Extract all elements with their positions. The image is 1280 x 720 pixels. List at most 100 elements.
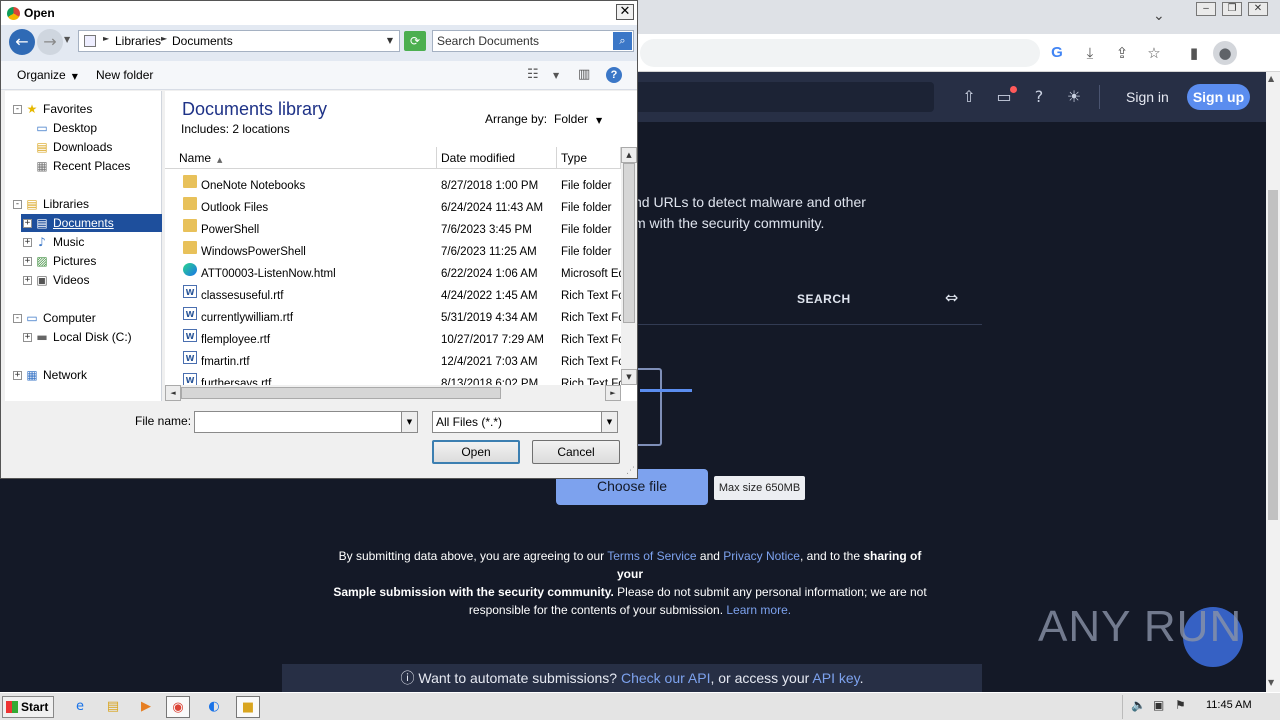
tree-favorites[interactable]: ★ Favorites <box>25 100 93 118</box>
outlook-taskbar-icon[interactable]: ■ <box>236 696 260 718</box>
minimize-button[interactable]: – <box>1196 2 1216 16</box>
profile-icon[interactable]: ● <box>1213 41 1237 65</box>
scroll-right-icon[interactable]: ► <box>605 385 621 401</box>
open-button[interactable]: Open <box>432 440 520 464</box>
dialog-address-bar[interactable]: ► Libraries ► Documents ▼ <box>78 30 400 52</box>
expand-pictures-icon[interactable]: + <box>23 257 32 266</box>
close-window-button[interactable]: ✕ <box>1248 2 1268 16</box>
scroll-down-arrow-icon[interactable]: ▼ <box>1268 678 1274 687</box>
change-view-icon[interactable]: ☷ <box>527 67 539 82</box>
expand-local-disk-icon[interactable]: + <box>23 333 32 342</box>
file-row[interactable]: Wfmartin.rtf 12/4/2021 7:03 AM Rich Text F… <box>165 351 621 373</box>
file-row[interactable]: ATT00003-ListenNow.html 6/22/2024 1:06 AM… <box>165 263 621 285</box>
google-g-icon[interactable]: G <box>1047 43 1067 63</box>
expand-music-icon[interactable]: + <box>23 238 32 247</box>
address-dropdown-icon[interactable]: ▼ <box>387 36 393 45</box>
new-folder-button[interactable]: New folder <box>96 68 153 82</box>
restore-button[interactable]: ❐ <box>1222 2 1242 16</box>
tree-libraries[interactable]: ▤ Libraries <box>25 195 89 213</box>
theme-sun-icon[interactable]: ☀ <box>1064 87 1084 107</box>
expand-network-icon[interactable]: + <box>13 371 22 380</box>
dialog-titlebar[interactable]: Open ✕ <box>1 1 637 25</box>
internet-explorer-icon[interactable]: e <box>68 696 92 718</box>
preview-pane-icon[interactable]: ▥ <box>578 67 590 82</box>
breadcrumb-documents[interactable]: Documents <box>172 34 233 48</box>
page-scroll-thumb[interactable] <box>1268 190 1278 520</box>
breadcrumb-chevron-icon[interactable]: ► <box>103 34 109 43</box>
expand-videos-icon[interactable]: + <box>23 276 32 285</box>
organize-menu[interactable]: Organize ▼ <box>17 68 78 82</box>
start-button[interactable]: Start <box>2 696 54 718</box>
tree-local-disk[interactable]: ▬ Local Disk (C:) <box>35 328 131 346</box>
file-name-input[interactable] <box>198 414 394 430</box>
check-api-link[interactable]: Check our API <box>621 670 711 686</box>
scroll-up-arrow-icon[interactable]: ▲ <box>1268 74 1274 83</box>
learn-more-link[interactable]: Learn more. <box>726 603 791 617</box>
sign-in-link[interactable]: Sign in <box>1126 89 1169 105</box>
search-icon[interactable]: ⌕ <box>613 32 632 50</box>
chrome-taskbar-icon[interactable]: ◉ <box>166 696 190 718</box>
file-row[interactable]: WindowsPowerShell 7/6/2023 11:25 AM File f… <box>165 241 621 263</box>
more-tabs-icon[interactable]: ⇔ <box>945 288 958 307</box>
file-row[interactable]: OneNote Notebooks 8/27/2018 1:00 PM File f… <box>165 175 621 197</box>
share-icon[interactable]: ⇪ <box>1112 43 1132 63</box>
dialog-close-button[interactable]: ✕ <box>616 4 634 20</box>
collapse-libraries-icon[interactable]: - <box>13 200 22 209</box>
collapse-computer-icon[interactable]: - <box>13 314 22 323</box>
file-row[interactable]: PowerShell 7/6/2023 3:45 PM File folder <box>165 219 621 241</box>
file-row[interactable]: Wflemployee.rtf 10/27/2017 7:29 AM Rich Te… <box>165 329 621 351</box>
arrange-by-dropdown[interactable]: Folder ▼ <box>554 112 602 126</box>
tree-music[interactable]: ♪ Music <box>35 233 84 251</box>
file-list-vertical-scrollbar[interactable]: ▲ ▼ <box>621 147 637 385</box>
page-scrollbar[interactable]: ▲ ▼ <box>1266 72 1280 692</box>
column-header-type[interactable]: Type <box>557 147 621 169</box>
help-icon[interactable]: ? <box>606 67 622 83</box>
expand-documents-icon[interactable]: + <box>23 219 32 228</box>
file-name-combobox[interactable]: ▼ <box>194 411 418 433</box>
tab-search[interactable]: SEARCH <box>797 292 851 306</box>
search-documents-input[interactable] <box>437 33 607 49</box>
terms-of-service-link[interactable]: Terms of Service <box>607 549 696 563</box>
file-type-select[interactable]: All Files (*.*) ▼ <box>432 411 618 433</box>
resize-grip-icon[interactable]: ⋰ <box>626 466 635 476</box>
view-options-dropdown-icon[interactable]: ▼ <box>553 71 559 80</box>
file-row[interactable]: Outlook Files 6/24/2024 11:43 AM File fold… <box>165 197 621 219</box>
breadcrumb-chevron-icon[interactable]: ► <box>161 34 167 43</box>
column-header-date[interactable]: Date modified <box>437 147 557 169</box>
tree-network[interactable]: ▦ Network <box>25 366 87 384</box>
library-locations[interactable]: Includes: 2 locations <box>181 122 290 136</box>
file-type-dropdown-icon[interactable]: ▼ <box>601 412 617 432</box>
scroll-down-icon[interactable]: ▼ <box>621 369 637 385</box>
cancel-button[interactable]: Cancel <box>532 440 620 464</box>
collapse-favorites-icon[interactable]: - <box>13 105 22 114</box>
upload-icon[interactable]: ⇧ <box>959 87 979 107</box>
file-name-dropdown-icon[interactable]: ▼ <box>401 412 417 432</box>
back-arrow-icon[interactable]: ← <box>9 29 35 55</box>
tree-pictures[interactable]: ▨ Pictures <box>35 252 96 270</box>
horizontal-scroll-thumb[interactable] <box>181 387 501 399</box>
tree-desktop[interactable]: ▭ Desktop <box>35 119 97 137</box>
file-row[interactable]: Wclassesuseful.rtf 4/24/2022 1:45 AM Rich … <box>165 285 621 307</box>
api-key-link[interactable]: API key <box>812 670 859 686</box>
address-bar[interactable] <box>640 39 1040 67</box>
scroll-left-icon[interactable]: ◄ <box>165 385 181 401</box>
download-icon[interactable]: ⤓ <box>1080 43 1100 63</box>
column-header-name[interactable]: Name ▲ <box>165 147 437 169</box>
tab-search-chevron-icon[interactable]: ⌄ <box>1153 8 1165 24</box>
tree-computer[interactable]: ▭ Computer <box>25 309 95 327</box>
bookmark-star-icon[interactable]: ☆ <box>1144 43 1164 63</box>
scroll-up-icon[interactable]: ▲ <box>621 147 637 163</box>
edge-taskbar-icon[interactable]: ◐ <box>202 696 226 718</box>
file-list-horizontal-scrollbar[interactable]: ◄ ► <box>165 385 621 401</box>
breadcrumb-libraries[interactable]: Libraries <box>115 34 161 48</box>
forward-arrow-icon[interactable]: → <box>37 29 63 55</box>
help-circle-icon[interactable]: ? <box>1029 87 1049 107</box>
side-panel-icon[interactable]: ▮ <box>1184 43 1204 63</box>
sign-up-button[interactable]: Sign up <box>1187 84 1250 110</box>
volume-icon[interactable]: 🔈 <box>1131 698 1146 712</box>
tree-documents[interactable]: ▤ Documents <box>21 214 162 232</box>
site-search-bar[interactable] <box>630 82 934 112</box>
vertical-scroll-thumb[interactable] <box>623 163 635 323</box>
recent-locations-dropdown-icon[interactable]: ▼ <box>64 35 70 44</box>
privacy-notice-link[interactable]: Privacy Notice <box>723 549 800 563</box>
